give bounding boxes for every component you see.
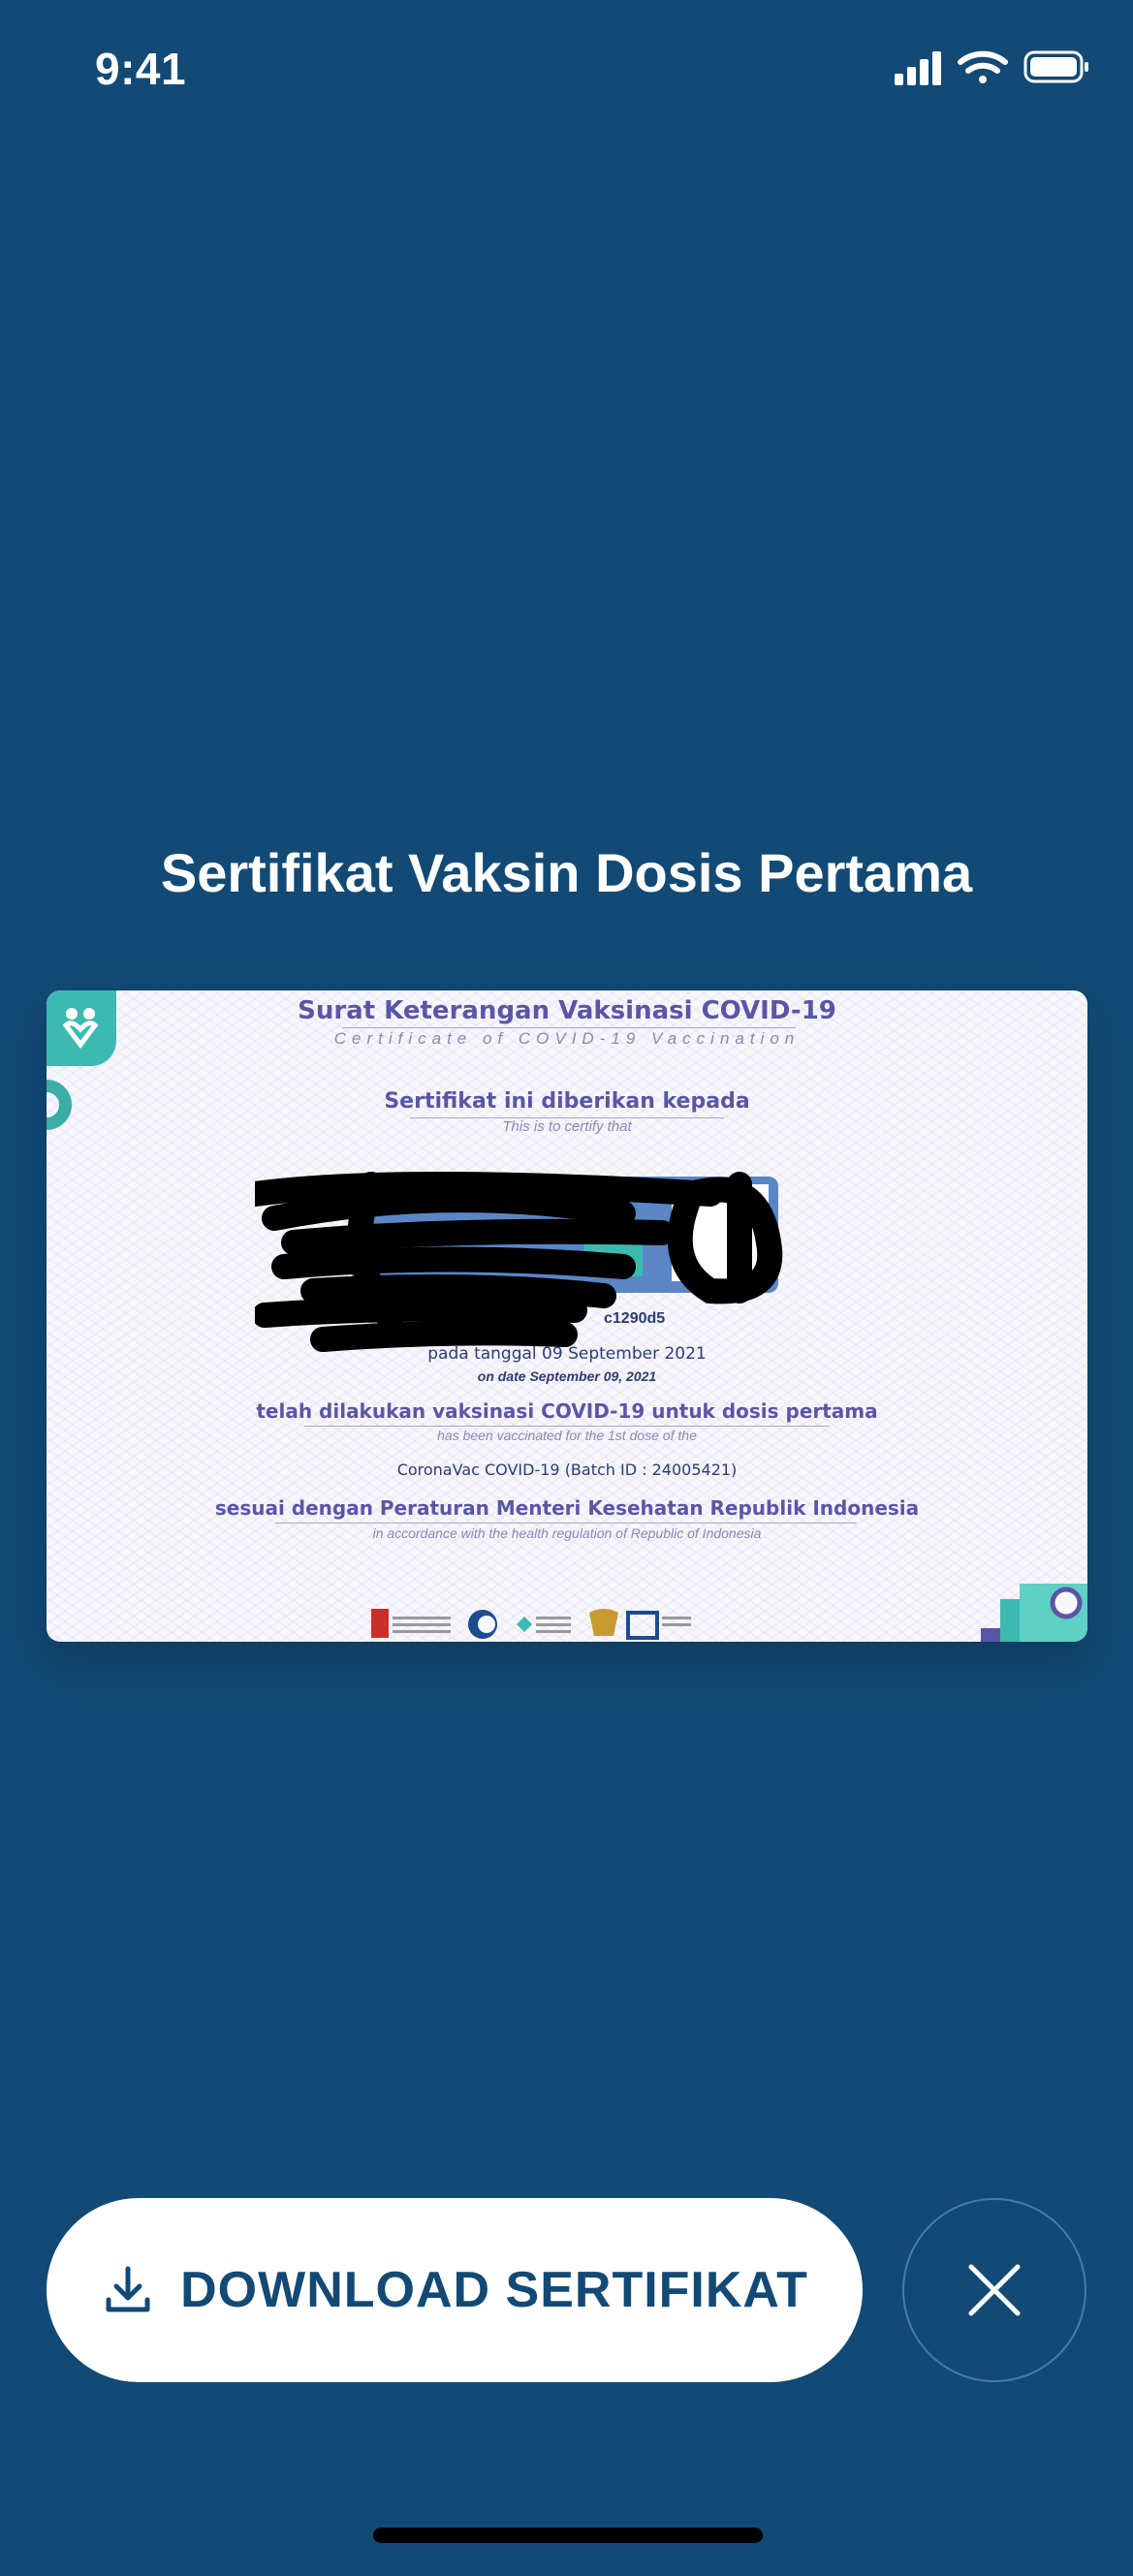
decorative-corner [981,1584,1087,1642]
divider [342,1027,796,1028]
redaction-scribble [255,1172,783,1352]
vaccine-batch: CoronaVac COVID-19 (Batch ID : 24005421) [396,1461,738,1479]
home-indicator[interactable] [373,2528,763,2543]
divider [304,1426,830,1427]
regulation-statement: sesuai dengan Peraturan Menteri Kesehata… [214,1496,920,1520]
vaccinated-statement-en: has been vaccinated for the 1st dose of … [437,1428,697,1443]
download-button-label: DOWNLOAD SERTIFIKAT [180,2262,808,2318]
wifi-icon [958,50,1008,83]
given-to-label: Sertifikat ini diberikan kepada [384,1089,750,1114]
close-icon [968,2264,1021,2316]
government-logos [371,1609,691,1640]
bumn-logo-icon [626,1611,691,1640]
page-title: Sertifikat Vaksin Dosis Pertama [160,842,973,903]
divider [275,1523,857,1524]
certificate-id: c1290d5 [604,1310,666,1327]
battery-icon [1023,50,1088,83]
vaccination-date-en: on date September 09, 2021 [477,1368,657,1384]
close-button[interactable] [902,2198,1086,2382]
cellular-signal-icon [895,51,941,85]
kominfo-logo-icon [468,1610,497,1639]
regulation-statement-en: in accordance with the health regulation… [372,1525,762,1541]
certificate-subtitle: Certificate of COVID-19 Vaccination [333,1029,801,1048]
download-icon [106,2266,150,2312]
status-time: 9:41 [95,44,187,94]
download-certificate-button[interactable]: DOWNLOAD SERTIFIKAT [47,2198,863,2382]
status-icons [895,48,1090,87]
certificate-title: Surat Keterangan Vaksinasi COVID-19 [298,996,836,1025]
kemenkes-logo-icon [517,1617,571,1633]
kpcpen-logo-icon [371,1609,451,1638]
vaccinated-statement: telah dilakukan vaksinasi COVID-19 untuk… [256,1399,878,1423]
certificate-image: Surat Keterangan Vaksinasi COVID-19 Cert… [47,990,1087,1642]
garuda-emblem-icon [589,1609,618,1636]
given-to-label-en: This is to certify that [502,1118,632,1135]
vaccination-date: pada tanggal 09 September 2021 [427,1344,707,1364]
